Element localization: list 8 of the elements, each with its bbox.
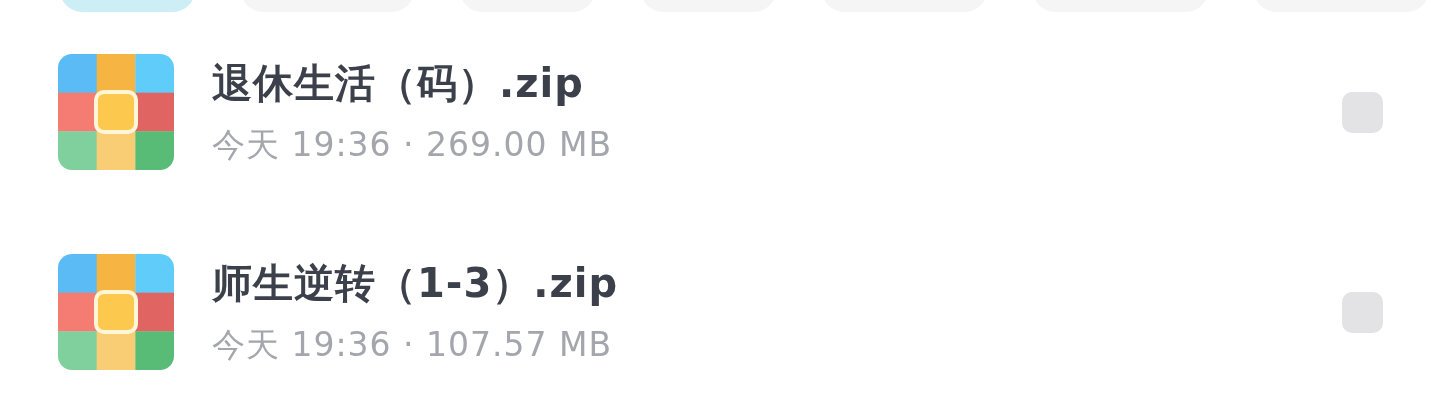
archive-icon: [58, 54, 174, 170]
checkbox[interactable]: [1342, 91, 1383, 133]
archive-icon: [58, 254, 174, 370]
file-details: 今天 19:36 · 269.00 MB: [212, 124, 614, 166]
file-name: 师生逆转（1-3）.zip: [212, 259, 620, 308]
file-details: 今天 19:36 · 107.57 MB: [212, 324, 614, 366]
checkbox[interactable]: [1342, 291, 1383, 333]
file-name: 退休生活（码）.zip: [212, 59, 585, 108]
